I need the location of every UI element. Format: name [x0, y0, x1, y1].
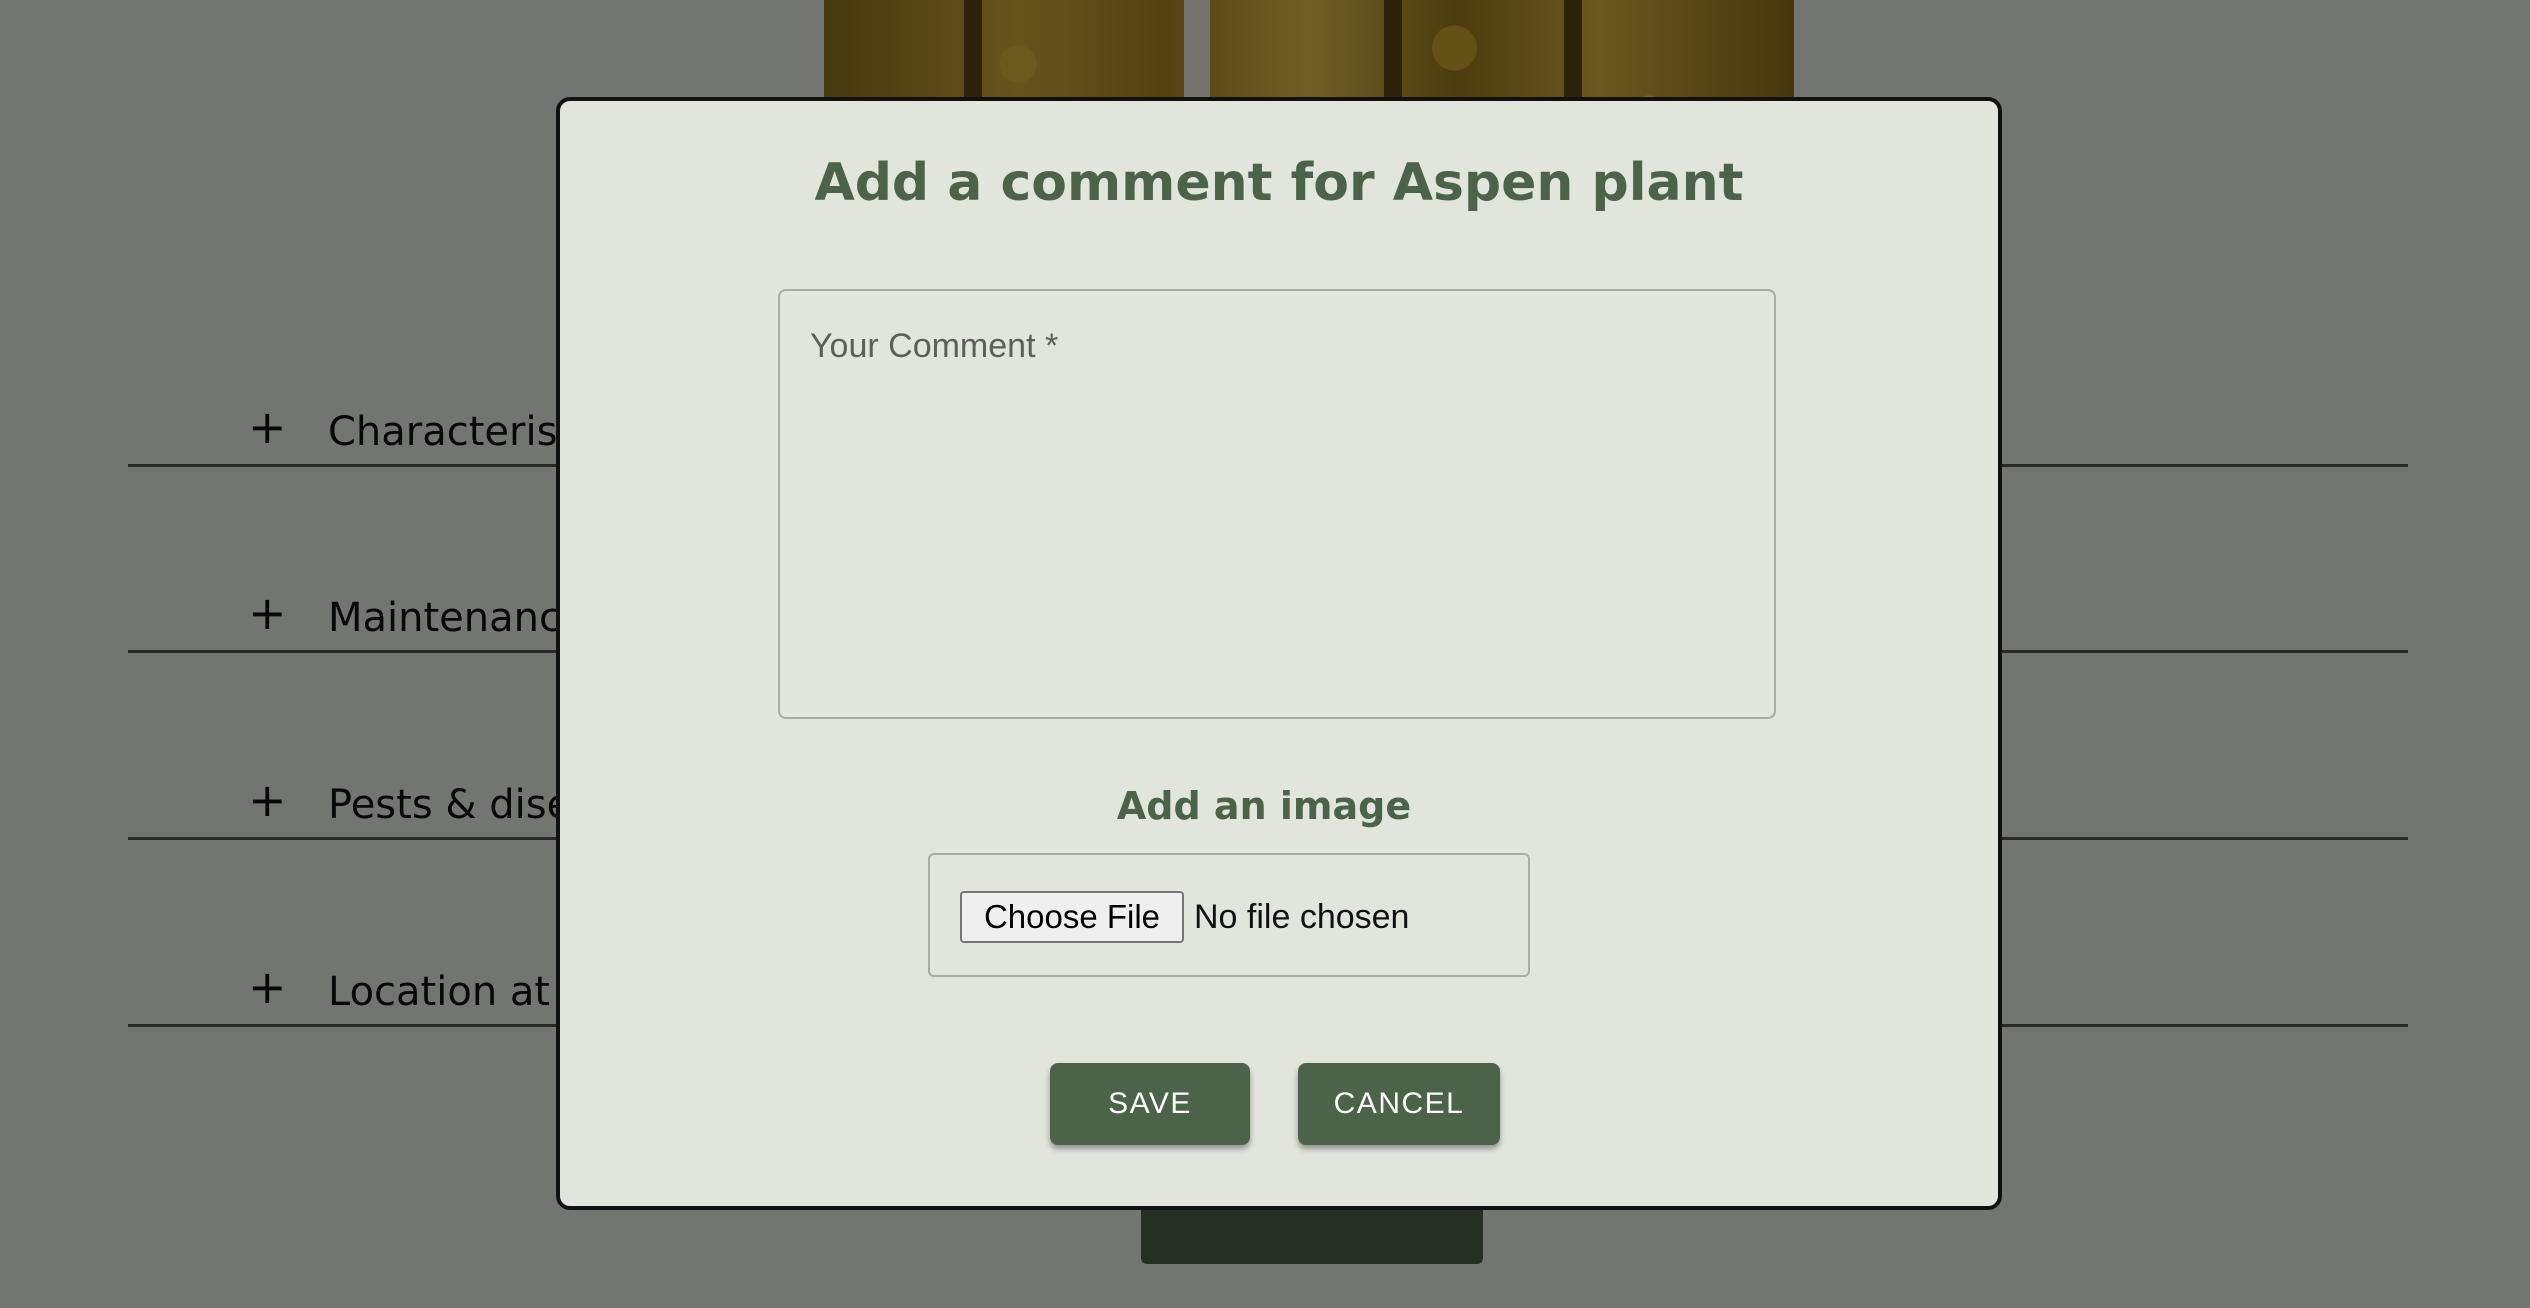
save-button[interactable]: SAVE — [1050, 1063, 1250, 1145]
add-comment-dialog: Add a comment for Aspen plant Add an ima… — [556, 97, 2002, 1210]
choose-file-button[interactable]: Choose File — [960, 891, 1184, 943]
file-status-text: No file chosen — [1194, 898, 1410, 936]
dialog-title: Add a comment for Aspen plant — [814, 153, 1744, 213]
cancel-button[interactable]: CANCEL — [1298, 1063, 1500, 1145]
comment-textarea[interactable] — [780, 291, 1774, 717]
add-image-heading: Add an image — [1116, 784, 1412, 828]
comment-field-container — [778, 289, 1776, 719]
file-input-container: Choose File No file chosen — [928, 853, 1530, 977]
